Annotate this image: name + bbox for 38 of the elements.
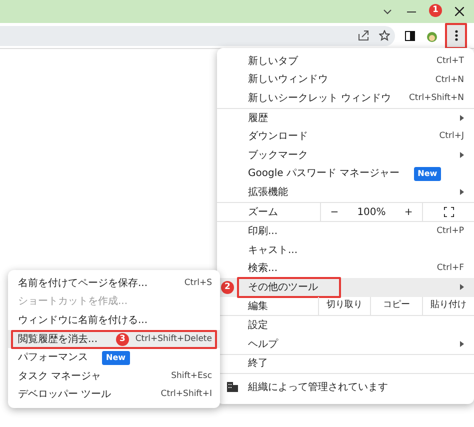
menu-item-label: 組織によって管理されています [248,380,388,395]
new-badge: New [102,350,130,365]
menu-item-label: その他のツール [248,280,318,295]
menu-item-label: 閲覧履歴を消去... [18,332,98,347]
shortcut-text: Ctrl+Shift+I [160,388,212,402]
menu-item-label: Google パスワード マネージャー [248,167,400,182]
menu-item-label: 履歴 [248,112,268,126]
menu-item-label: パフォーマンス [18,351,88,366]
menu-item-label: ウィンドウに名前を付ける... [18,314,148,328]
shortcut-text: Ctrl+J [439,130,464,144]
shortcut-text: Ctrl+Shift+N [408,92,464,105]
menu-item-label: ショートカットを作成... [18,294,128,310]
new-badge: New [414,166,442,181]
menu-item-label: デベロッパー ツール [18,388,112,402]
zoom-level: 100% [357,206,386,220]
shortcut-text: Ctrl+P [436,225,464,238]
menu-item-label: 編集 [248,300,268,314]
menu-item-label: 検索... [248,262,278,276]
menu-item-label: ズーム [248,206,278,220]
menu-item-label: 拡張機能 [248,186,288,200]
menu-item-label: 新しいウィンドウ [248,72,328,88]
shortcut-text: Ctrl+T [436,54,464,68]
menu-item-label: 設定 [248,318,268,334]
shortcut-text: Ctrl+Shift+Delete [135,332,212,346]
menu-item-label: 終了 [248,357,268,372]
menu-item-label: 新しいタブ [248,54,298,69]
shortcut-text: Ctrl+N [435,74,464,86]
menu-item-label: 新しいシークレット ウィンドウ [248,92,392,106]
menu-item-label: ブックマーク [248,148,308,163]
shortcut-text: Shift+Esc [171,370,212,383]
menu-item-label: タスク マネージャ [18,370,102,384]
menu-item-label: ダウンロード [248,130,308,144]
menu-item-label: 名前を付けてページを保存... [18,276,148,291]
menu-item-label: キャスト... [248,244,298,258]
shortcut-text: Ctrl+S [184,276,212,290]
menu-item-label: ヘルプ [248,338,278,352]
menu-item-label: 印刷... [248,224,278,240]
shortcut-text: Ctrl+F [436,262,464,276]
